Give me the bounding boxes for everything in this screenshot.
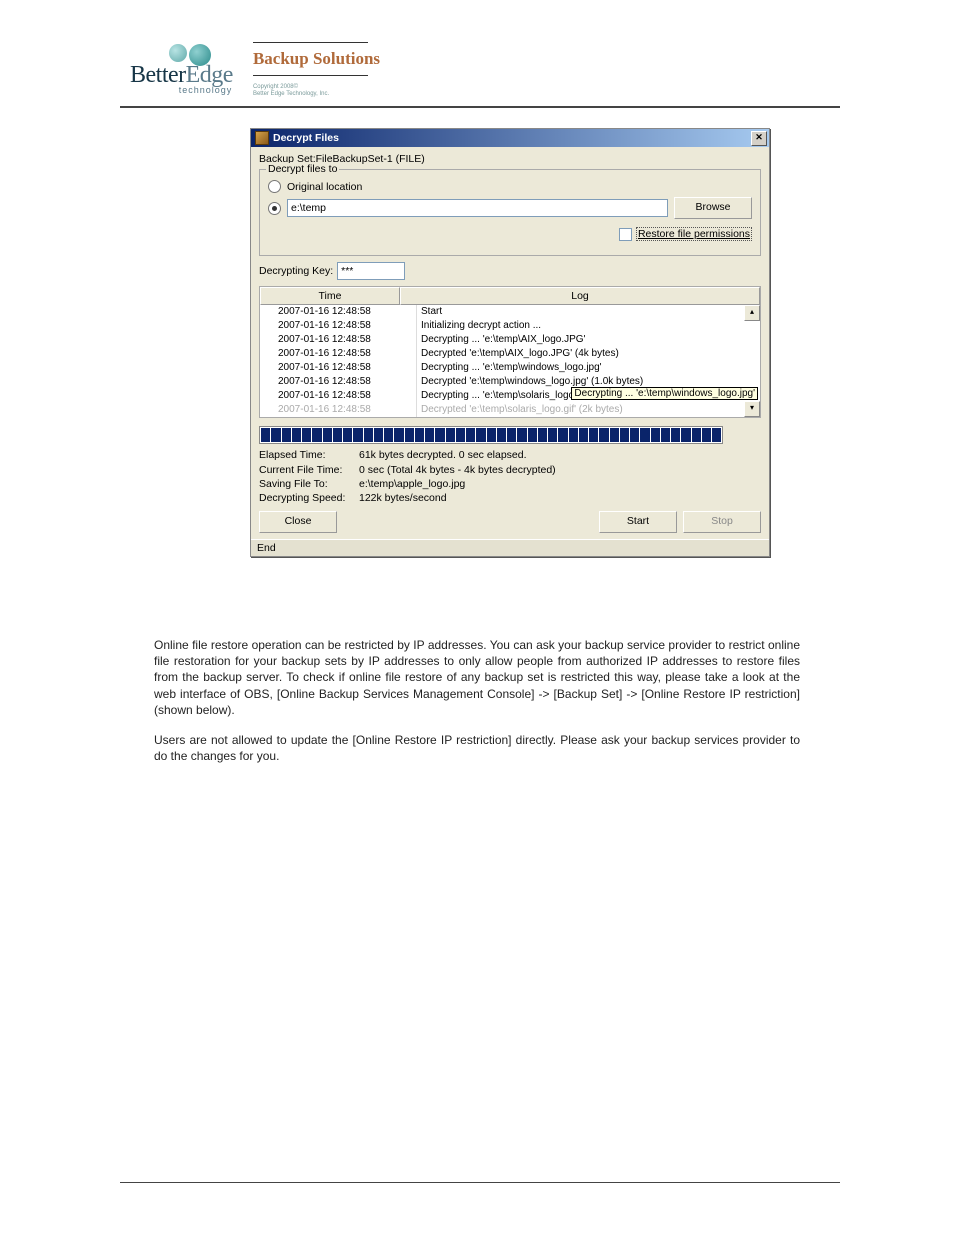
decrypting-key-input[interactable]: *** <box>337 262 405 280</box>
window-icon <box>255 131 269 145</box>
progress-bar <box>259 426 723 444</box>
elapsed-time-label: Elapsed Time: <box>259 448 359 462</box>
brand-logo: BetterEdge technology <box>130 44 233 95</box>
table-row: 2007-01-16 12:48:58Decrypted 'e:\temp\AI… <box>260 347 760 361</box>
table-row: 2007-01-16 12:48:58Initializing decrypt … <box>260 319 760 333</box>
restore-permissions-label[interactable]: Restore file permissions <box>636 227 752 241</box>
decrypting-speed-label: Decrypting Speed: <box>259 491 359 505</box>
elapsed-time-value: 61k bytes decrypted. 0 sec elapsed. <box>359 448 527 462</box>
saving-file-to-label: Saving File To: <box>259 477 359 491</box>
scroll-down-icon[interactable]: ▾ <box>744 401 760 417</box>
table-row: 2007-01-16 12:48:58Decrypting ... 'e:\te… <box>260 333 760 347</box>
table-row: 2007-01-16 12:48:58Start <box>260 305 760 319</box>
table-row: 2007-01-16 12:48:58Decrypted 'e:\temp\so… <box>260 403 760 417</box>
brand-better: Better <box>130 62 186 88</box>
page-header: BetterEdge technology Backup Solutions C… <box>0 0 954 98</box>
stats-block: Elapsed Time:61k bytes decrypted. 0 sec … <box>259 448 761 505</box>
body-text: Online file restore operation can be res… <box>154 637 800 764</box>
decrypt-files-to-group: Decrypt files to Original location e:\te… <box>259 169 761 256</box>
radio-original-location-label: Original location <box>287 181 362 193</box>
radio-original-location[interactable] <box>268 180 281 193</box>
log-table: Time Log 2007-01-16 12:48:58Start 2007-0… <box>259 286 761 418</box>
paragraph-2: Users are not allowed to update the [Onl… <box>154 732 800 764</box>
decrypt-files-dialog: Decrypt Files ✕ Backup Set:FileBackupSet… <box>250 128 770 557</box>
current-file-time-label: Current File Time: <box>259 463 359 477</box>
decrypting-key-label: Decrypting Key: <box>259 265 333 277</box>
path-input[interactable]: e:\temp <box>287 199 668 217</box>
header-rule <box>120 106 840 108</box>
close-button[interactable]: Close <box>259 511 337 533</box>
status-bar: End <box>251 539 769 556</box>
paragraph-1: Online file restore operation can be res… <box>154 637 800 718</box>
col-log-header[interactable]: Log <box>400 287 760 305</box>
checkbox-restore-permissions[interactable] <box>619 228 632 241</box>
table-row: 2007-01-16 12:48:58Decrypting ... 'e:\te… <box>260 361 760 375</box>
log-tooltip: Decrypting ... 'e:\temp\windows_logo.jpg… <box>571 387 758 400</box>
decrypt-files-to-legend: Decrypt files to <box>266 163 339 175</box>
dialog-titlebar[interactable]: Decrypt Files ✕ <box>251 129 769 147</box>
brand-sub: technology <box>179 85 233 95</box>
current-file-time-value: 0 sec (Total 4k bytes - 4k bytes decrypt… <box>359 463 556 477</box>
start-button[interactable]: Start <box>599 511 677 533</box>
header-title-block: Backup Solutions Copyright 2008© Better … <box>253 40 380 98</box>
browse-button[interactable]: Browse <box>674 197 752 219</box>
stop-button[interactable]: Stop <box>683 511 761 533</box>
header-title: Backup Solutions <box>253 45 380 73</box>
close-icon[interactable]: ✕ <box>751 131 767 146</box>
saving-file-to-value: e:\temp\apple_logo.jpg <box>359 477 465 491</box>
footer-rule <box>120 1182 840 1184</box>
radio-custom-path[interactable] <box>268 202 281 215</box>
dialog-title: Decrypt Files <box>273 132 339 144</box>
log-body[interactable]: 2007-01-16 12:48:58Start 2007-01-16 12:4… <box>260 305 760 417</box>
decrypting-speed-value: 122k bytes/second <box>359 491 447 505</box>
col-time-header[interactable]: Time <box>260 287 400 305</box>
copyright: Copyright 2008© Better Edge Technology, … <box>253 84 380 98</box>
scroll-up-icon[interactable]: ▴ <box>744 305 760 321</box>
